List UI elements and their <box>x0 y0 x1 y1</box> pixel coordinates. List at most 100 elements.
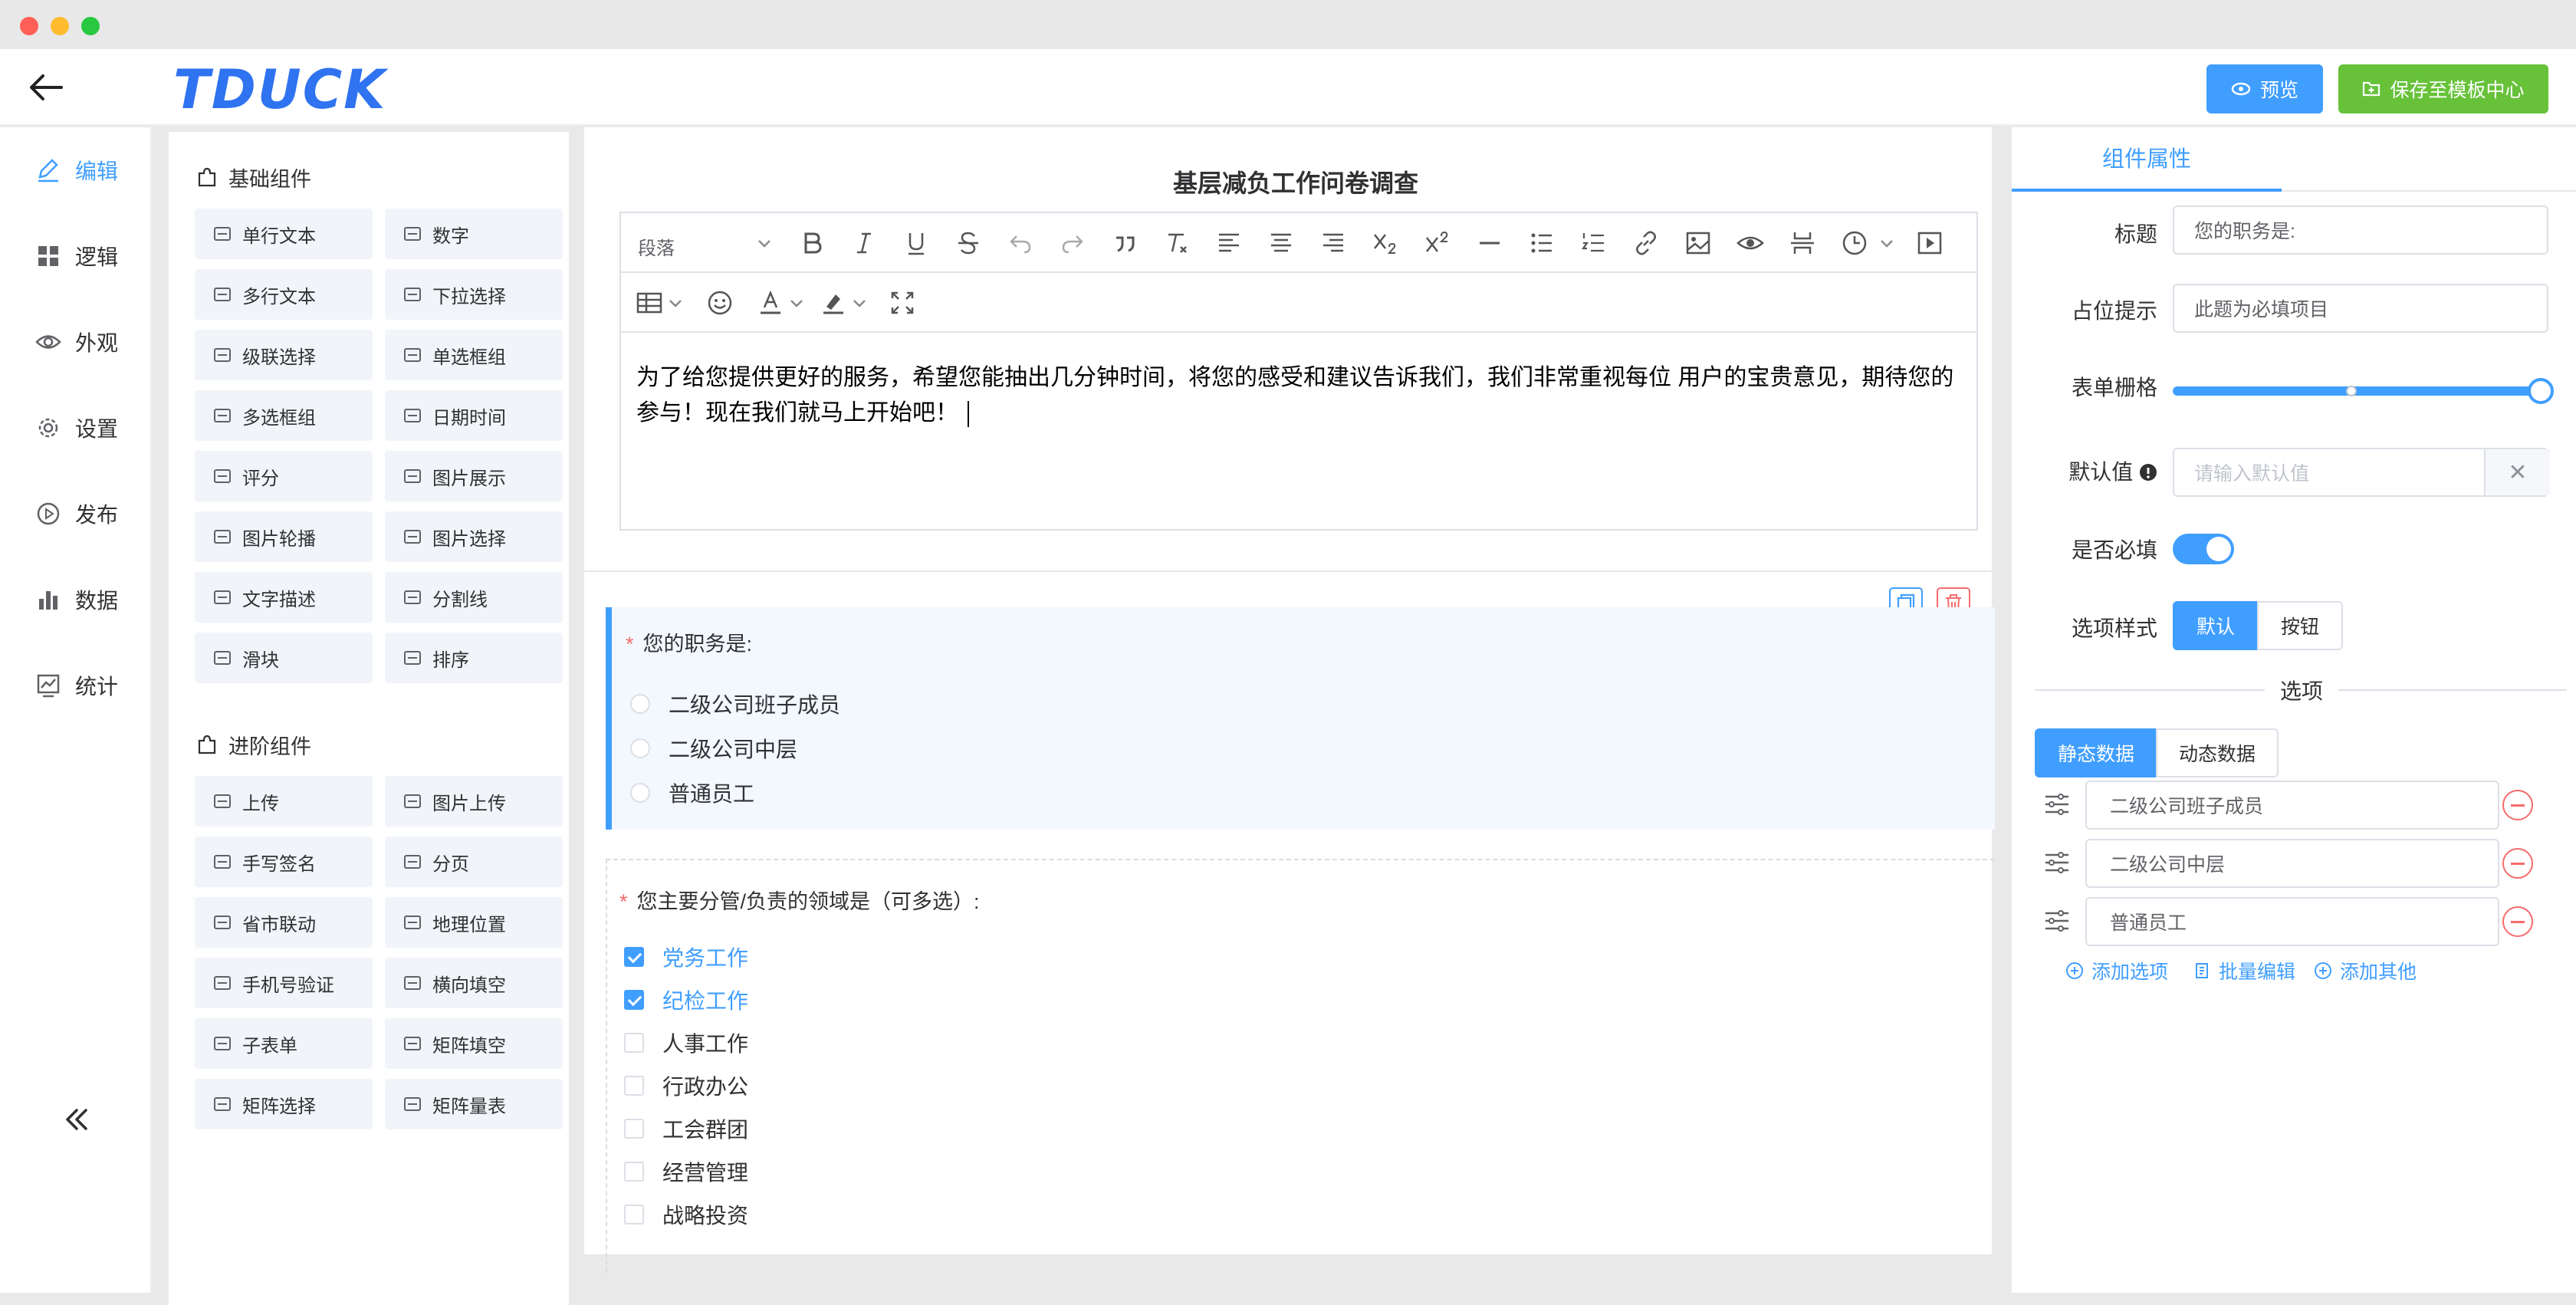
component-sort[interactable]: 排序 <box>385 633 563 683</box>
style-button-button[interactable]: 按钮 <box>2257 601 2343 650</box>
nav-item-logic[interactable]: 逻辑 <box>35 233 118 279</box>
static-data-tab[interactable]: 静态数据 <box>2035 728 2157 777</box>
quote-icon[interactable] <box>1110 228 1139 258</box>
close-window-button[interactable] <box>20 17 38 35</box>
italic-icon[interactable] <box>849 228 879 258</box>
info-icon[interactable] <box>2139 463 2157 482</box>
component-sub-form[interactable]: 子表单 <box>195 1018 373 1069</box>
question-domain[interactable]: * 您主要分管/负责的领域是（可多选）: 党务工作 纪检工作 人事工作 行政办公 工会群团… <box>606 859 1995 1273</box>
redo-icon[interactable] <box>1058 228 1087 258</box>
chevron-down-icon[interactable] <box>661 288 690 317</box>
component-number[interactable]: 数字 <box>385 209 563 259</box>
component-star[interactable]: 评分 <box>195 451 373 501</box>
double-chevron-left-icon[interactable] <box>58 1101 95 1138</box>
preview-button[interactable]: 预览 <box>2206 64 2323 113</box>
component-matrix-fill[interactable]: 矩阵填空 <box>385 1018 563 1069</box>
add-other-link[interactable]: 添加其他 <box>2314 957 2417 985</box>
chevron-down-icon[interactable] <box>845 288 874 317</box>
rich-text-editor[interactable]: 段落 为了给您提供更好的服务，希望您能抽出几分钟时间，将您的感受和建议告诉我们，… <box>619 212 1978 531</box>
checkbox-option[interactable]: 党务工作 <box>624 942 748 972</box>
component-matrix-scale[interactable]: 矩阵量表 <box>385 1079 563 1129</box>
checkbox-option[interactable]: 战略投资 <box>624 1199 748 1230</box>
component-image[interactable]: 图片展示 <box>385 451 563 501</box>
radio-option[interactable]: 二级公司班子成员 <box>630 689 840 719</box>
paragraph-select[interactable]: 段落 <box>638 233 675 260</box>
clear-format-icon[interactable] <box>1162 228 1191 258</box>
option-value-input[interactable]: 二级公司班子成员 <box>2085 781 2499 830</box>
font-color-icon[interactable] <box>756 288 785 317</box>
component-pagination[interactable]: 分页 <box>385 837 563 887</box>
component-phone[interactable]: 手机号验证 <box>195 958 373 1008</box>
bullet-list-icon[interactable] <box>1527 228 1556 258</box>
grid-slider-track[interactable] <box>2173 386 2541 396</box>
maximize-window-button[interactable] <box>81 17 100 35</box>
drag-handle-icon[interactable] <box>2042 906 2072 935</box>
undo-icon[interactable] <box>1006 228 1035 258</box>
fullscreen-icon[interactable] <box>888 288 917 317</box>
checkbox-box[interactable] <box>624 1033 644 1053</box>
component-matrix-select[interactable]: 矩阵选择 <box>195 1079 373 1129</box>
component-carousel[interactable]: 图片轮播 <box>195 511 373 562</box>
add-option-link[interactable]: 添加选项 <box>2065 957 2168 985</box>
option-value-input[interactable]: 二级公司中层 <box>2085 839 2499 888</box>
clear-default-button[interactable]: ✕ <box>2484 449 2550 495</box>
video-icon[interactable] <box>1915 228 1944 258</box>
component-input[interactable]: 单行文本 <box>195 209 373 259</box>
component-image-select[interactable]: 图片选择 <box>385 511 563 562</box>
option-value-input[interactable]: 普通员工 <box>2085 897 2499 946</box>
checkbox-option[interactable]: 纪检工作 <box>624 985 748 1015</box>
underline-icon[interactable] <box>902 228 931 258</box>
chevron-down-icon[interactable] <box>750 228 779 258</box>
component-checkbox[interactable]: 多选框组 <box>195 390 373 441</box>
component-upload[interactable]: 上传 <box>195 776 373 827</box>
form-title[interactable]: 基层减负工作问卷调查 <box>584 164 2007 199</box>
ordered-list-icon[interactable] <box>1579 228 1608 258</box>
radio-circle[interactable] <box>630 694 650 714</box>
remove-option-button[interactable] <box>2502 848 2533 879</box>
component-calendar[interactable]: 日期时间 <box>385 390 563 441</box>
component-radio[interactable]: 单选框组 <box>385 330 563 380</box>
component-slider[interactable]: 滑块 <box>195 633 373 683</box>
superscript-icon[interactable] <box>1423 228 1452 258</box>
save-template-button[interactable]: 保存至模板中心 <box>2338 64 2548 113</box>
required-toggle[interactable] <box>2173 534 2234 564</box>
remove-option-button[interactable] <box>2502 906 2533 937</box>
checkbox-option[interactable]: 人事工作 <box>624 1027 748 1058</box>
title-input[interactable]: 您的职务是: <box>2173 205 2548 255</box>
page-break-icon[interactable] <box>1788 228 1817 258</box>
checkbox-box[interactable] <box>624 990 644 1010</box>
nav-item-stats[interactable]: 统计 <box>35 662 118 708</box>
radio-option[interactable]: 普通员工 <box>630 777 754 808</box>
image-icon[interactable] <box>1684 228 1713 258</box>
checkbox-box[interactable] <box>624 1119 644 1139</box>
minimize-window-button[interactable] <box>51 17 69 35</box>
checkbox-box[interactable] <box>624 1076 644 1096</box>
clock-icon[interactable] <box>1840 228 1869 258</box>
checkbox-option[interactable]: 行政办公 <box>624 1070 748 1101</box>
horizontal-rule-icon[interactable] <box>1475 228 1504 258</box>
align-right-icon[interactable] <box>1319 228 1348 258</box>
nav-item-settings[interactable]: 设置 <box>35 405 118 451</box>
component-signature[interactable]: 手写签名 <box>195 837 373 887</box>
component-image-upload[interactable]: 图片上传 <box>385 776 563 827</box>
default-value-input[interactable]: 请输入默认值 ✕ <box>2173 448 2550 497</box>
drag-handle-icon[interactable] <box>2042 790 2072 819</box>
back-arrow-icon[interactable] <box>28 71 64 104</box>
align-center-icon[interactable] <box>1267 228 1296 258</box>
component-cascader[interactable]: 级联选择 <box>195 330 373 380</box>
chevron-down-icon[interactable] <box>1872 228 1901 258</box>
component-text[interactable]: 文字描述 <box>195 572 373 623</box>
dynamic-data-tab[interactable]: 动态数据 <box>2156 728 2279 777</box>
checkbox-box[interactable] <box>624 947 644 967</box>
highlight-icon[interactable] <box>819 288 848 317</box>
nav-item-publish[interactable]: 发布 <box>35 491 118 537</box>
table-icon[interactable] <box>635 288 664 317</box>
placeholder-input[interactable]: 此题为必填项目 <box>2173 284 2548 333</box>
link-icon[interactable] <box>1631 228 1661 258</box>
nav-item-edit[interactable]: 编辑 <box>35 147 118 193</box>
checkbox-box[interactable] <box>624 1205 644 1224</box>
component-textarea[interactable]: 多行文本 <box>195 269 373 320</box>
component-location[interactable]: 地理位置 <box>385 897 563 948</box>
chevron-down-icon[interactable] <box>782 288 811 317</box>
component-fill-blank[interactable]: 横向填空 <box>385 958 563 1008</box>
